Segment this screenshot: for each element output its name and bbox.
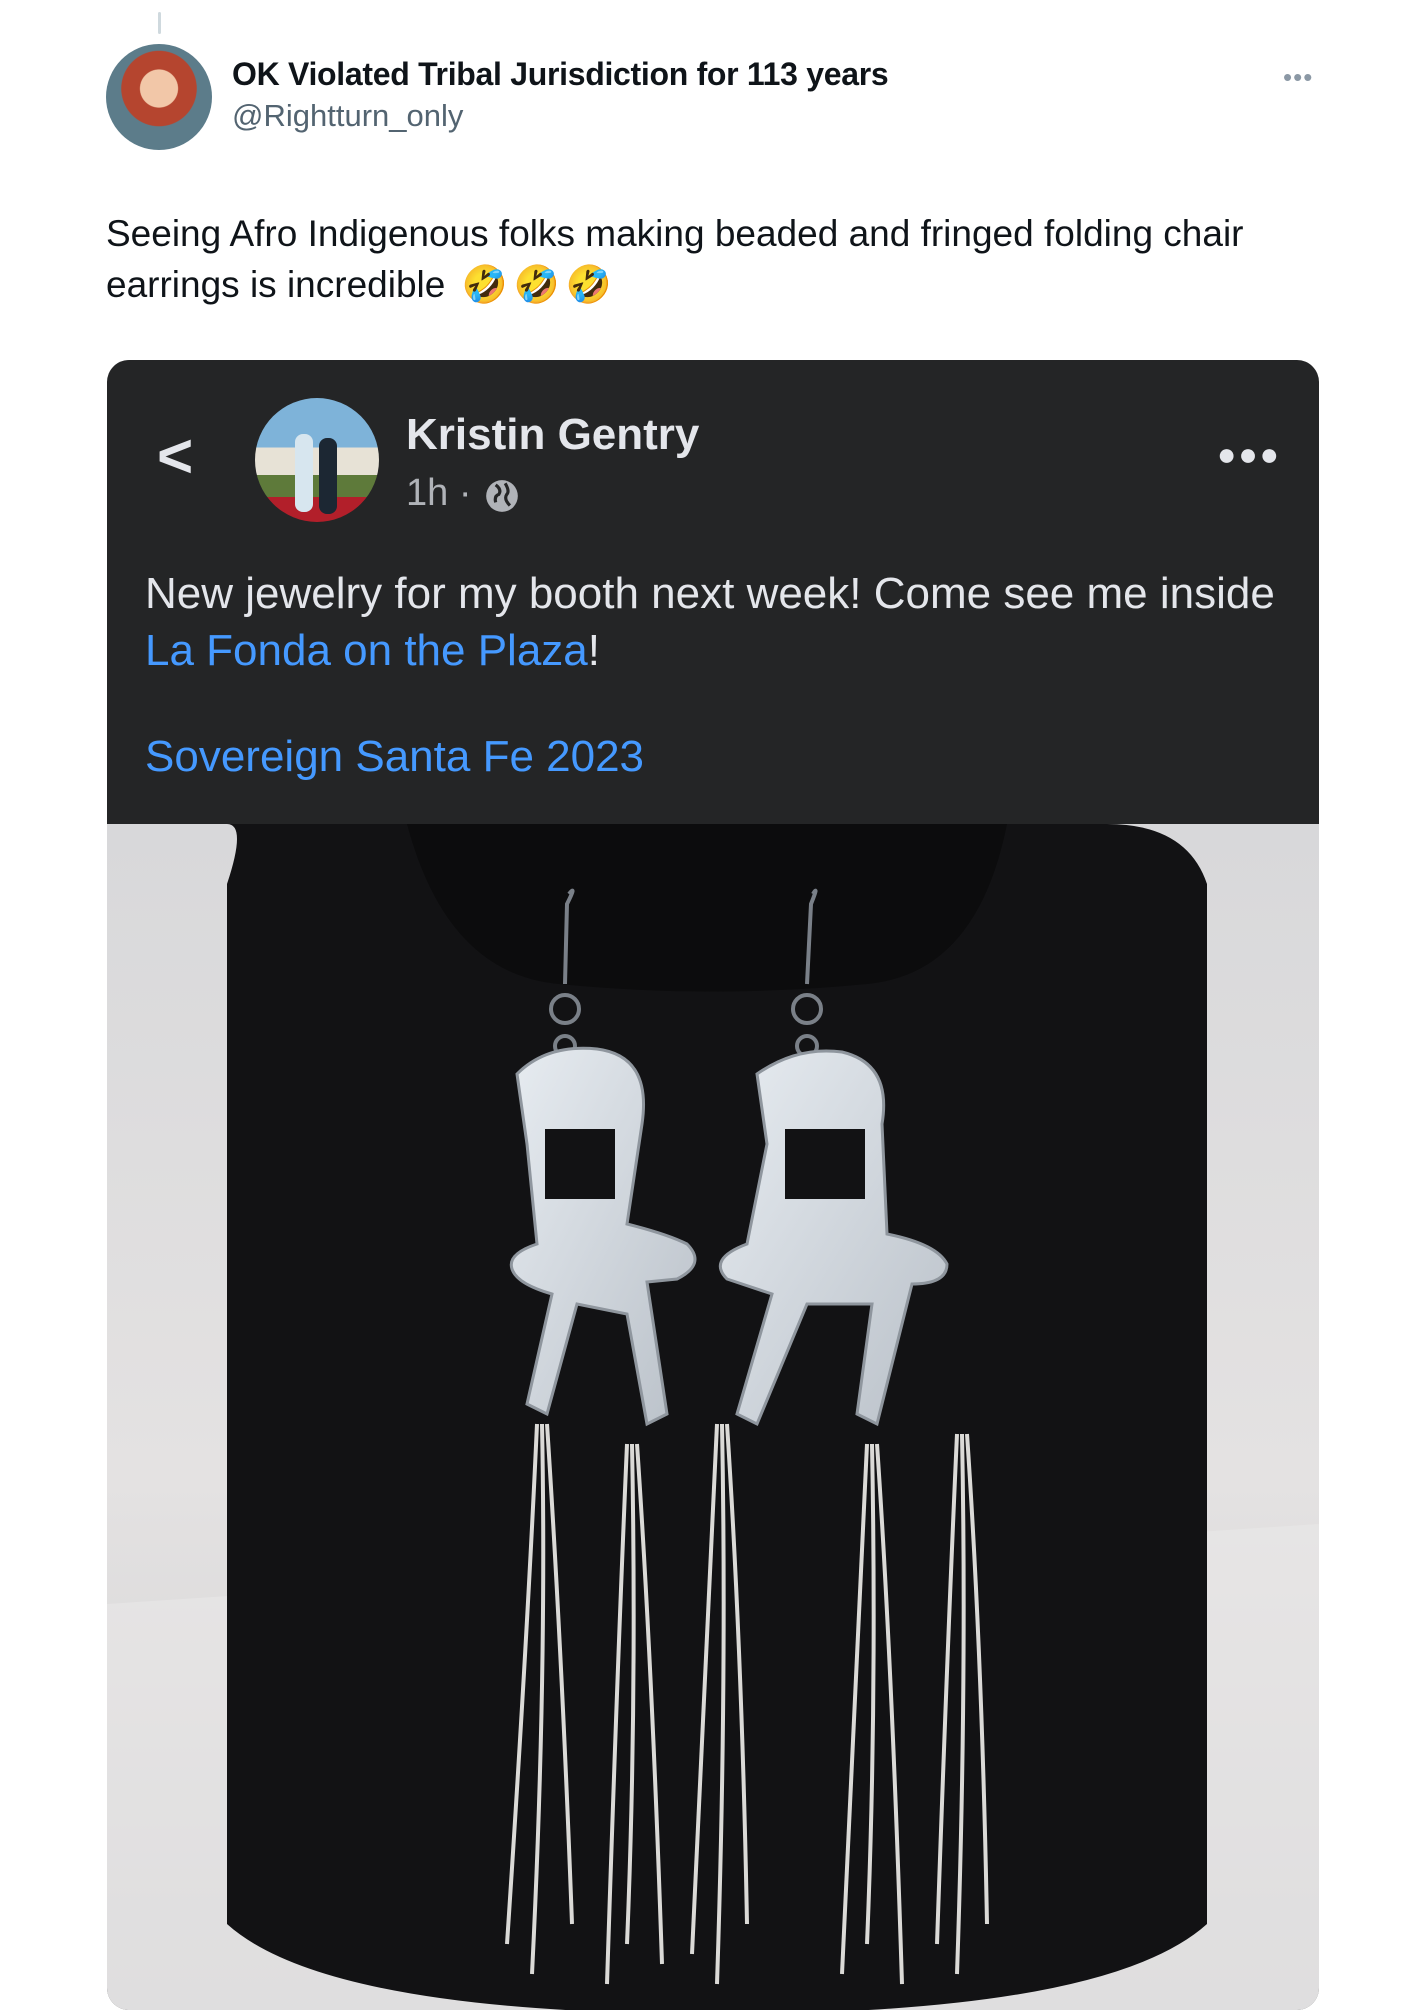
- post-photo[interactable]: [107, 824, 1319, 2010]
- more-horizontal-icon[interactable]: ●●●: [1217, 436, 1281, 473]
- hashtag-link[interactable]: Sovereign Santa Fe 2023: [145, 732, 644, 782]
- avatar-person: [319, 438, 337, 514]
- rofl-emoji: 🤣: [513, 264, 560, 305]
- post-text-end: !: [587, 626, 601, 675]
- tweet-body: Seeing Afro Indigenous folks making bead…: [106, 213, 1244, 305]
- more-horizontal-icon[interactable]: •••: [1283, 62, 1313, 93]
- chevron-left-icon[interactable]: <: [157, 426, 193, 488]
- globe-icon: [486, 480, 518, 512]
- post-time: 1h ·: [406, 472, 472, 514]
- avatar-person: [295, 434, 313, 512]
- tweet-text: Seeing Afro Indigenous folks making bead…: [106, 208, 1336, 310]
- author-avatar[interactable]: [106, 44, 212, 150]
- display-bust: [227, 824, 1207, 2010]
- earrings-photo: [107, 824, 1319, 2010]
- author-handle[interactable]: @Rightturn_only: [232, 98, 463, 134]
- embedded-screenshot[interactable]: < Kristin Gentry 1h · ●●● New jewelry fo…: [107, 360, 1319, 2010]
- rofl-emoji: 🤣: [461, 264, 508, 305]
- post-text: New jewelry for my booth next week! Come…: [145, 565, 1295, 679]
- author-name[interactable]: OK Violated Tribal Jurisdiction for 113 …: [232, 56, 889, 93]
- post-text-body: New jewelry for my booth next week! Come…: [145, 569, 1275, 618]
- post-author-name[interactable]: Kristin Gentry: [406, 410, 699, 460]
- thread-line: [158, 12, 161, 34]
- rofl-emoji: 🤣: [565, 264, 612, 305]
- location-link[interactable]: La Fonda on the Plaza: [145, 626, 588, 675]
- post-author-avatar[interactable]: [255, 398, 379, 522]
